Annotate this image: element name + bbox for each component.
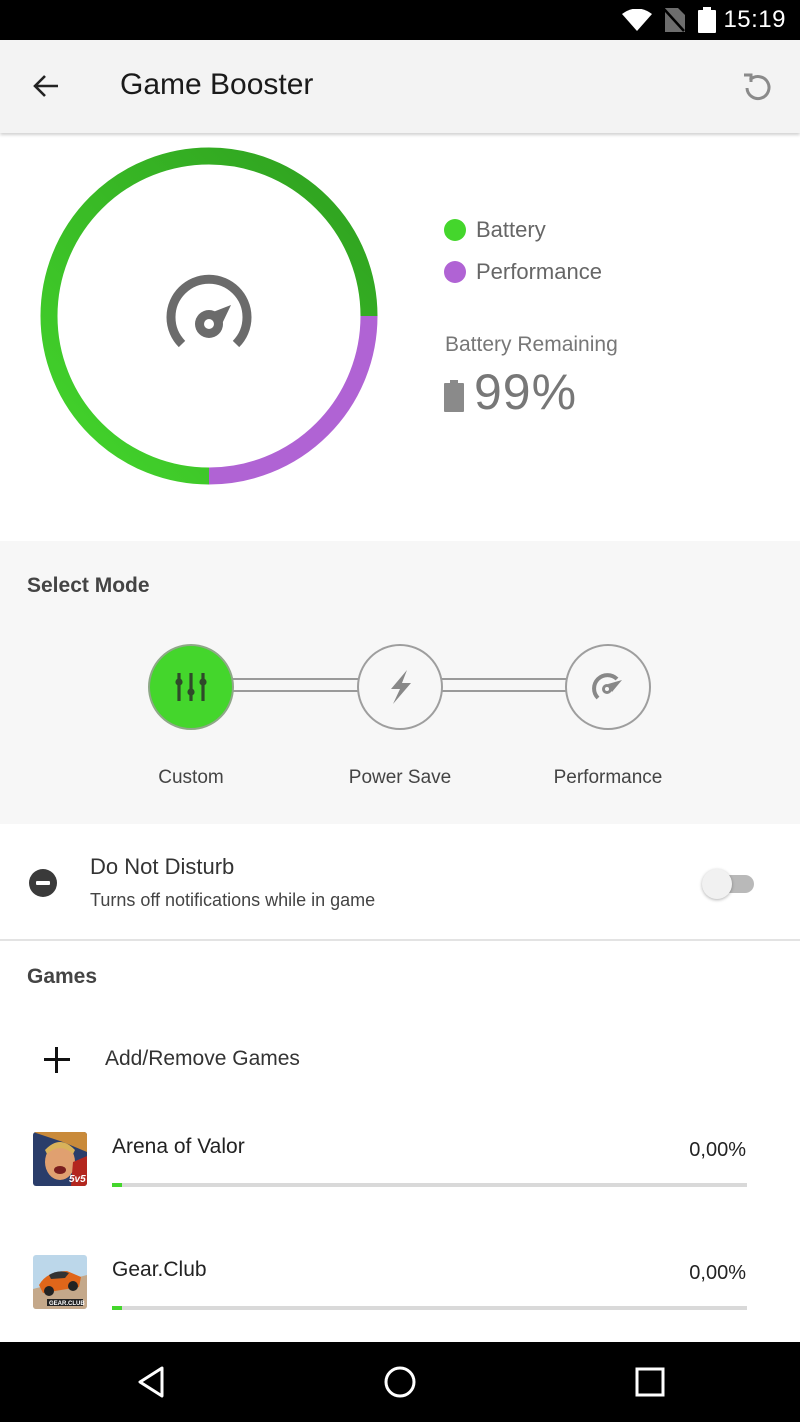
game-item[interactable]: GEAR.CLUB Gear.Club 0,00% <box>0 1254 800 1334</box>
no-sim-icon <box>663 8 685 32</box>
battery-full-icon <box>698 7 716 33</box>
plus-icon <box>44 1047 70 1073</box>
usage-overview: Battery Performance Battery Remaining 99… <box>0 133 800 541</box>
game-usage-percent: 0,00% <box>689 1139 746 1161</box>
do-not-disturb-toggle[interactable] <box>700 867 756 901</box>
lightning-icon <box>391 670 411 704</box>
legend-item-performance: Performance <box>444 251 602 293</box>
mode-label-performance: Performance <box>553 767 663 788</box>
battery-remaining-value: 99% <box>474 364 578 420</box>
game-icon-arena-of-valor: 5v5 <box>33 1132 87 1186</box>
game-usage-bar <box>112 1183 747 1187</box>
battery-icon <box>444 380 464 412</box>
nav-recents-icon <box>635 1367 665 1397</box>
mode-connector <box>230 678 362 692</box>
game-item[interactable]: 5v5 Arena of Valor 0,00% <box>0 1131 800 1211</box>
reset-button[interactable] <box>738 66 778 106</box>
games-section: Games Add/Remove Games 5v5 Arena of Valo… <box>0 943 800 1342</box>
app-bar: Game Booster <box>0 40 800 133</box>
legend-dot-battery <box>444 219 466 241</box>
select-mode-section: Select Mode Custom Power Save Performanc… <box>0 541 800 824</box>
system-nav-bar <box>0 1342 800 1422</box>
mode-button-custom[interactable] <box>148 644 234 730</box>
usage-ring <box>40 147 378 485</box>
mode-button-performance[interactable] <box>565 644 651 730</box>
do-not-disturb-title: Do Not Disturb <box>90 854 235 879</box>
mode-connector <box>438 678 570 692</box>
legend-item-battery: Battery <box>444 209 602 251</box>
toggle-thumb <box>702 869 732 899</box>
mode-label-power-save: Power Save <box>348 767 452 788</box>
game-icon-gear-club: GEAR.CLUB <box>33 1255 87 1309</box>
arrow-back-icon <box>33 75 58 97</box>
game-name: Gear.Club <box>112 1258 207 1281</box>
battery-remaining-label: Battery Remaining <box>445 333 618 356</box>
game-usage-bar-fill <box>112 1183 122 1187</box>
ring-segment-performance <box>208 315 378 485</box>
add-remove-games-button[interactable]: Add/Remove Games <box>0 1033 800 1089</box>
speedometer-icon <box>166 274 252 348</box>
nav-recents-button[interactable] <box>630 1362 670 1402</box>
game-usage-bar <box>112 1306 747 1310</box>
svg-text:5v5: 5v5 <box>69 1174 86 1185</box>
nav-home-button[interactable] <box>380 1362 420 1402</box>
section-title-select-mode: Select Mode <box>27 574 150 597</box>
add-remove-games-label: Add/Remove Games <box>105 1047 300 1070</box>
status-bar: 15:19 <box>0 0 800 40</box>
sliders-icon <box>175 673 207 701</box>
chart-legend: Battery Performance <box>444 209 602 293</box>
legend-label: Battery <box>476 217 546 242</box>
page-title: Game Booster <box>120 68 314 101</box>
battery-remaining: 99% <box>444 363 577 421</box>
back-button[interactable] <box>26 66 66 106</box>
game-name: Arena of Valor <box>112 1135 245 1158</box>
nav-home-icon <box>384 1366 416 1398</box>
do-not-disturb-icon <box>29 869 57 897</box>
mode-button-power-save[interactable] <box>357 644 443 730</box>
legend-label: Performance <box>476 259 602 284</box>
do-not-disturb-subtitle: Turns off notifications while in game <box>90 890 376 910</box>
section-title-games: Games <box>27 965 98 988</box>
nav-back-button[interactable] <box>130 1362 170 1402</box>
legend-dot-performance <box>444 261 466 283</box>
speedometer-icon <box>592 673 622 700</box>
nav-back-icon <box>138 1366 164 1398</box>
game-usage-percent: 0,00% <box>689 1262 746 1284</box>
wifi-icon <box>622 9 652 31</box>
game-usage-bar-fill <box>112 1306 122 1310</box>
reset-icon <box>744 73 771 101</box>
do-not-disturb-row[interactable]: Do Not Disturb Turns off notifications w… <box>0 824 800 941</box>
mode-label-custom: Custom <box>158 767 224 788</box>
clock: 15:19 <box>723 6 786 33</box>
svg-text:GEAR.CLUB: GEAR.CLUB <box>49 1301 85 1307</box>
